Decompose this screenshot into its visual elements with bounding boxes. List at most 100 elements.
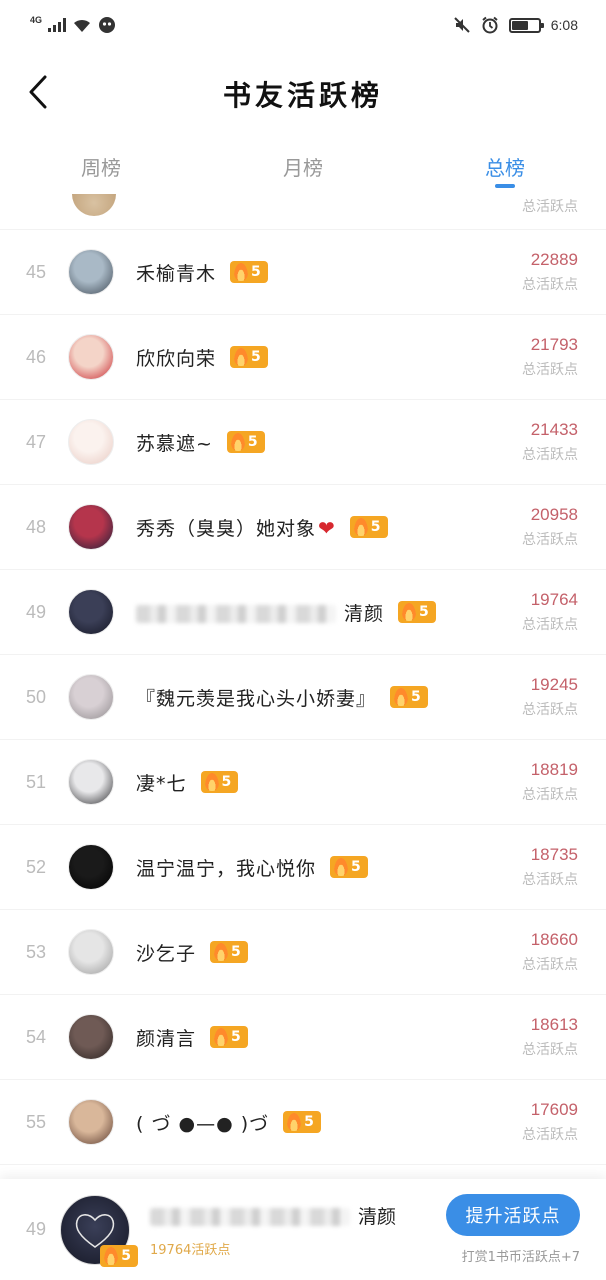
name-group: 禾榆青木 5 [136,259,516,286]
wifi-icon [74,19,91,32]
list-item[interactable]: 55 ( づ ●—● )づ 5 17609 总活跃点 [0,1080,606,1165]
user-name[interactable]: 『魏元羡是我心头小娇妻』 [136,684,376,711]
flame-icon [204,773,219,791]
flame-icon [353,518,368,536]
activity-score: 18660 [530,930,578,949]
list-item[interactable]: 45 禾榆青木 5 22889 总活跃点 [0,230,606,315]
flame-icon [402,603,417,621]
avatar[interactable] [68,844,114,890]
tab-weekly[interactable]: 周榜 [0,138,202,194]
name-group: 欣欣向荣 5 [136,344,516,371]
list-item[interactable]: 53 沙乞子 5 18660 总活跃点 [0,910,606,995]
back-button[interactable] [18,72,58,112]
list-item[interactable]: 52 温宁温宁，我心悦你 5 18735 总活跃点 [0,825,606,910]
user-name[interactable]: 秀秀（臭臭）她对象 ❤ [136,514,336,541]
list-item[interactable]: 54 颜清言 5 18613 总活跃点 [0,995,606,1080]
avatar[interactable] [68,674,114,720]
name-group: 苏慕遮~ 5 [136,429,516,456]
my-points: 19764活跃点 [150,1242,231,1258]
list-item[interactable]: 51 凄*七 5 18819 总活跃点 [0,740,606,825]
level-value: 5 [411,689,421,705]
level-value: 5 [221,774,232,790]
score-label: 总活跃点 [522,362,578,378]
user-name[interactable]: 清颜 [136,599,384,626]
ranking-tabs: 周榜 月榜 总榜 [0,138,606,194]
level-value: 5 [231,944,241,960]
activity-score: 22889 [530,250,578,269]
blurred-name-prefix [150,1208,350,1226]
list-item[interactable]: 46 欣欣向荣 5 21793 总活跃点 [0,315,606,400]
score-group: 21433 总活跃点 [516,420,606,464]
score-label: 总活跃点 [522,447,578,463]
activity-score: 21793 [530,335,578,354]
user-name[interactable]: 苏慕遮~ [136,429,213,456]
user-name[interactable]: 凄*七 [136,769,187,796]
score-group: 18660 总活跃点 [516,930,606,974]
user-name-text: 苏慕遮~ [136,432,213,455]
activity-score: 18819 [530,760,578,779]
flame-icon [234,348,249,366]
score-label: 总活跃点 [522,277,578,293]
tab-total[interactable]: 总榜 [404,138,606,194]
user-name-text: 颜清言 [136,1027,197,1050]
level-badge: 5 [200,771,239,793]
level-value: 5 [370,519,381,535]
level-value: 5 [121,1247,131,1264]
tab-label: 周榜 [81,155,121,180]
score-label: 总活跃点 [522,872,578,888]
level-badge: 5 [226,431,265,453]
heart-outline-icon [75,1213,115,1248]
tab-monthly[interactable]: 月榜 [202,138,404,194]
activity-score: 18613 [530,1015,578,1034]
tab-indicator [293,184,313,188]
list-item[interactable]: 47 苏慕遮~ 5 21433 总活跃点 [0,400,606,485]
avatar[interactable] [68,334,114,380]
list-item[interactable]: 48 秀秀（臭臭）她对象 ❤ 5 20958 总活跃点 [0,485,606,570]
flame-icon [230,433,245,451]
user-name[interactable]: 欣欣向荣 [136,344,216,371]
list-item-partial[interactable]: 总活跃点 [0,194,606,230]
blurred-name-prefix [136,605,336,623]
flame-icon [104,1246,119,1265]
user-name-text: 沙乞子 [136,942,197,965]
score-label: 总活跃点 [522,1127,578,1143]
ranking-list[interactable]: 总活跃点 45 禾榆青木 5 22889 总活跃点 46 欣欣向荣 5 21793 总活跃点 47 苏… [0,194,606,1179]
activity-score: 20958 [530,505,578,524]
avatar[interactable] [68,504,114,550]
avatar[interactable] [68,419,114,465]
avatar[interactable] [68,589,114,635]
score-label: 总活跃点 [522,199,578,215]
rank-number: 50 [26,686,47,707]
user-name[interactable]: ( づ ●—● )づ [136,1109,269,1136]
score-label: 总活跃点 [522,957,578,973]
avatar[interactable] [68,929,114,975]
user-name[interactable]: 温宁温宁，我心悦你 [136,854,316,881]
list-item[interactable]: 49 清颜 5 19764 总活跃点 [0,570,606,655]
name-group: 凄*七 5 [136,769,516,796]
user-name[interactable]: 沙乞子 [136,939,196,966]
score-group: 22889 总活跃点 [516,250,606,294]
avatar[interactable] [68,249,114,295]
flame-icon [234,263,249,281]
avatar[interactable] [68,1099,114,1145]
user-name-text: 禾榆青木 [136,262,217,285]
avatar[interactable] [68,1014,114,1060]
my-avatar-wrap: 5 [60,1194,138,1267]
heart-icon: ❤ [318,515,336,540]
user-name-text: 凄*七 [136,772,187,795]
user-name-text: 『魏元羡是我心头小娇妻』 [136,687,377,710]
my-rank-number: 49 [26,1219,47,1239]
level-badge: 5 [210,941,248,963]
page-title: 书友活跃榜 [222,79,383,112]
avatar[interactable] [68,759,114,805]
name-group: 温宁温宁，我心悦你 5 [136,854,516,881]
flame-icon [394,688,409,706]
user-name[interactable]: 禾榆青木 [136,259,216,286]
user-name-text: 秀秀（臭臭）她对象 [136,517,317,540]
my-info: 清颜 19764活跃点 [150,1202,446,1258]
list-item[interactable]: 50 『魏元羡是我心头小娇妻』 5 19245 总活跃点 [0,655,606,740]
user-name[interactable]: 颜清言 [136,1024,196,1051]
boost-activity-button[interactable]: 提升活跃点 [446,1194,580,1236]
flame-icon [334,858,349,876]
level-value: 5 [251,349,261,365]
